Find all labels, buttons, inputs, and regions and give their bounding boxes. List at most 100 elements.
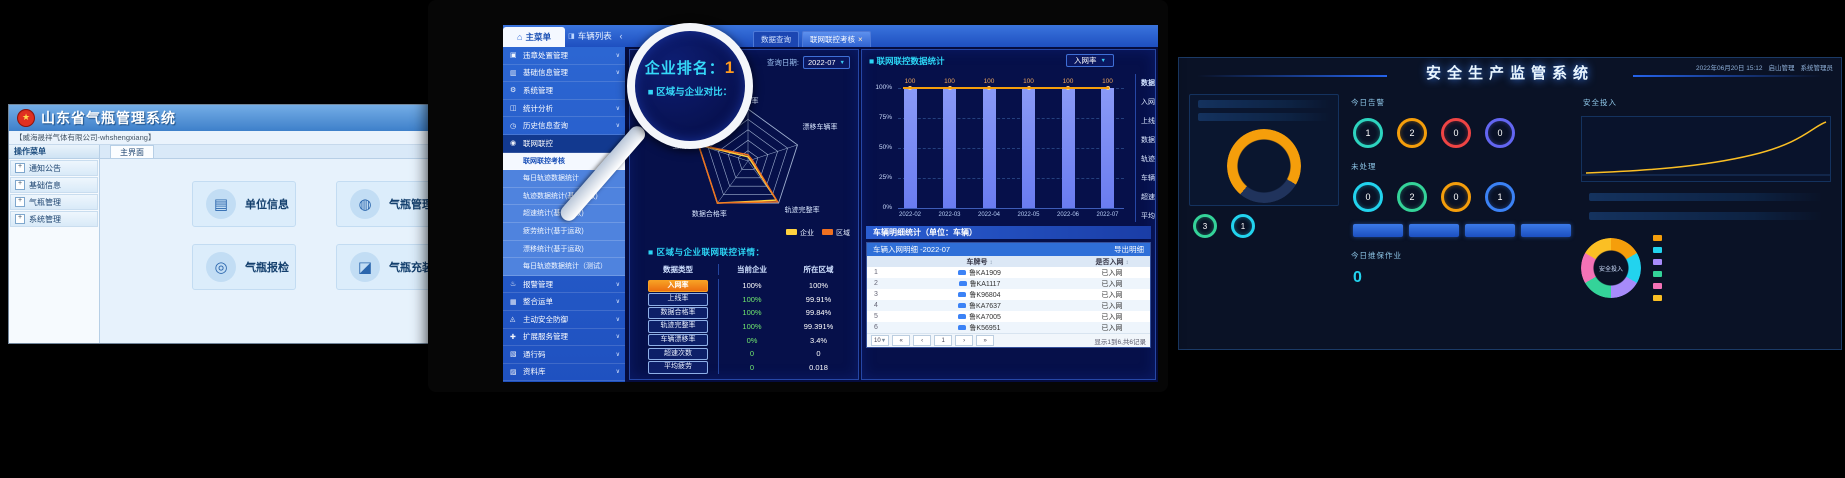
row-index: 2 bbox=[867, 280, 885, 287]
metric-pill[interactable]: 数据合格率 bbox=[648, 307, 708, 320]
vehicle-row[interactable]: 5鲁KA7005已入网 bbox=[867, 311, 1150, 322]
vehicle-table-card: 车辆入网明细 -2022-07 导出明细 车牌号↕是否入网↕ 1鲁KA1909已… bbox=[866, 242, 1151, 348]
top-navbar: ⌂ 主菜单 ◨ 车辆列表 ‹ 数据查询联网联控考核× bbox=[503, 25, 1158, 47]
query-date-row: 查询日期: 2022-07 ▼ bbox=[767, 56, 850, 69]
sidebar-subitem[interactable]: 疲劳统计(基于运政) bbox=[503, 223, 625, 241]
detail-column-header: 所在区域 bbox=[785, 264, 852, 275]
action-button[interactable] bbox=[1521, 224, 1571, 237]
page-number-input[interactable]: 1 bbox=[934, 335, 952, 346]
expand-plus-icon[interactable]: + bbox=[15, 180, 25, 190]
metric-pill[interactable]: 入网率 bbox=[648, 280, 708, 293]
vehicle-list-tab[interactable]: ◨ 车辆列表 bbox=[565, 25, 615, 47]
investment-line-chart bbox=[1581, 116, 1831, 182]
sidebar-item[interactable]: ◫统计分析∨ bbox=[503, 100, 625, 118]
action-button[interactable] bbox=[1465, 224, 1515, 237]
plate-number: 鲁KA7005 bbox=[969, 312, 1001, 322]
close-icon[interactable]: × bbox=[858, 35, 863, 44]
menu-icon: ♨ bbox=[510, 280, 519, 288]
donut-center-label: 安全投入 bbox=[1581, 238, 1641, 298]
vehicle-row[interactable]: 6鲁K56951已入网 bbox=[867, 322, 1150, 333]
sidebar-item[interactable]: ▧通行码∨ bbox=[503, 346, 625, 364]
national-emblem-icon: ★ bbox=[17, 109, 35, 127]
sidebar-item[interactable]: ◬主动安全防御∨ bbox=[503, 311, 625, 329]
prev-page-icon[interactable]: ‹ bbox=[913, 335, 931, 346]
legend-swatch bbox=[1653, 259, 1662, 265]
gridline bbox=[898, 178, 1124, 179]
chevron-down-icon: ▼ bbox=[881, 338, 886, 344]
collapse-sidebar-icon[interactable]: ‹ bbox=[615, 25, 627, 47]
content-tab[interactable]: 数据查询 bbox=[753, 31, 799, 47]
left-sidebar-item[interactable]: +基础信息 bbox=[10, 177, 98, 193]
bar-value-label: 100 bbox=[1056, 78, 1080, 85]
metric-pill[interactable]: 上线率 bbox=[648, 293, 708, 306]
menu-icon: ◫ bbox=[510, 104, 519, 112]
org-text[interactable]: 启山管理 bbox=[1769, 62, 1795, 72]
metric-select[interactable]: 入网率 ▼ bbox=[1066, 54, 1114, 67]
detail-row: 超速次数00 bbox=[638, 347, 852, 361]
x-axis-label: 2022-07 bbox=[1091, 212, 1125, 218]
next-page-icon[interactable]: › bbox=[955, 335, 973, 346]
sidebar-item[interactable]: ◉联网联控 bbox=[503, 135, 625, 153]
plate-number: 鲁K96804 bbox=[969, 290, 1000, 300]
metric-pill[interactable]: 平均疲劳 bbox=[648, 361, 708, 374]
sidebar-item[interactable]: ▣违章处置管理∨ bbox=[503, 47, 625, 65]
menu-icon: ⚙ bbox=[510, 86, 519, 94]
action-button[interactable] bbox=[1409, 224, 1459, 237]
vehicle-row[interactable]: 2鲁KA1117已入网 bbox=[867, 278, 1150, 289]
vehicle-table-body: 1鲁KA1909已入网2鲁KA1117已入网3鲁K96804已入网4鲁KA763… bbox=[867, 267, 1150, 333]
sidebar-subitem[interactable]: 每日轨迹数据统计（测试） bbox=[503, 258, 625, 276]
sidebar-item[interactable]: ▦整合运单∨ bbox=[503, 293, 625, 311]
expand-plus-icon[interactable]: + bbox=[15, 197, 25, 207]
left-sidebar-item[interactable]: +通知公告 bbox=[10, 160, 98, 176]
vehicle-row[interactable]: 4鲁KA7637已入网 bbox=[867, 300, 1150, 311]
left-sidebar-item-label: 气瓶管理 bbox=[29, 197, 61, 208]
metric-pill[interactable]: 车辆漂移率 bbox=[648, 334, 708, 347]
first-page-icon[interactable]: « bbox=[892, 335, 910, 346]
user-text[interactable]: 系统管理员 bbox=[1801, 62, 1834, 72]
car-icon bbox=[958, 303, 966, 308]
sidebar-item[interactable]: ▥基础信息管理∨ bbox=[503, 65, 625, 83]
metric-pill[interactable]: 轨迹完整率 bbox=[648, 320, 708, 333]
vehicle-column-header[interactable]: 车牌号↕ bbox=[885, 257, 1074, 267]
pill-cell: 平均疲劳 bbox=[638, 361, 719, 375]
query-date-select[interactable]: 2022-07 ▼ bbox=[803, 56, 850, 69]
sidebar-subitem[interactable]: 轨迹数据统计(基于运政) bbox=[503, 188, 625, 206]
legend-swatch bbox=[1653, 295, 1662, 301]
content-tab[interactable]: 联网联控考核× bbox=[802, 31, 871, 47]
expand-plus-icon[interactable]: + bbox=[15, 163, 25, 173]
vehicle-column-header[interactable]: 是否入网↕ bbox=[1074, 257, 1150, 267]
sidebar-item[interactable]: ✚扩展服务管理∨ bbox=[503, 329, 625, 347]
company-value: 100% bbox=[719, 281, 785, 290]
metric-pill[interactable]: 超速次数 bbox=[648, 348, 708, 361]
sidebar-item[interactable]: ⚙系统管理 bbox=[503, 82, 625, 100]
sidebar-subitem[interactable]: 漂移统计(基于运政) bbox=[503, 241, 625, 259]
sort-icon[interactable]: ↕ bbox=[1126, 260, 1129, 266]
main-menu-tab[interactable]: ⌂ 主菜单 bbox=[503, 27, 565, 47]
export-detail-button[interactable]: 导出明细 bbox=[1114, 244, 1144, 255]
y-axis-tick: 50% bbox=[866, 144, 892, 151]
menu-icon: ◬ bbox=[510, 315, 519, 323]
mini-table-row-label: 上线率 bbox=[1141, 112, 1156, 131]
sort-icon[interactable]: ↕ bbox=[990, 260, 993, 266]
last-page-icon[interactable]: » bbox=[976, 335, 994, 346]
sidebar-item[interactable]: ♨报警管理∨ bbox=[503, 276, 625, 294]
left-sidebar-item[interactable]: +系统管理 bbox=[10, 211, 98, 227]
action-button[interactable] bbox=[1353, 224, 1403, 237]
main-menu-label: 主菜单 bbox=[525, 31, 551, 43]
menu-card[interactable]: ◍气瓶管理 bbox=[336, 181, 433, 227]
vehicle-row[interactable]: 1鲁KA1909已入网 bbox=[867, 267, 1150, 278]
sidebar-item[interactable]: ◷历史信息查询∨ bbox=[503, 117, 625, 135]
metric-value: 入网率 bbox=[1074, 55, 1097, 66]
left-sidebar-item[interactable]: + 气瓶管理 bbox=[10, 194, 98, 210]
left-column: 31 bbox=[1189, 94, 1339, 331]
sidebar-item[interactable]: ▨资料库∨ bbox=[503, 364, 625, 382]
page-size-select[interactable]: 10 ▼ bbox=[871, 335, 889, 346]
menu-card[interactable]: ▤单位信息 bbox=[192, 181, 296, 227]
action-button-row bbox=[1353, 224, 1571, 237]
expand-plus-icon[interactable]: + bbox=[15, 214, 25, 224]
vehicle-row[interactable]: 3鲁K96804已入网 bbox=[867, 289, 1150, 300]
network-status: 已入网 bbox=[1074, 268, 1150, 278]
tab-main[interactable]: 主界面 bbox=[110, 145, 154, 158]
menu-card[interactable]: ◎气瓶报检 bbox=[192, 244, 296, 290]
menu-card[interactable]: ◪气瓶充装 bbox=[336, 244, 433, 290]
